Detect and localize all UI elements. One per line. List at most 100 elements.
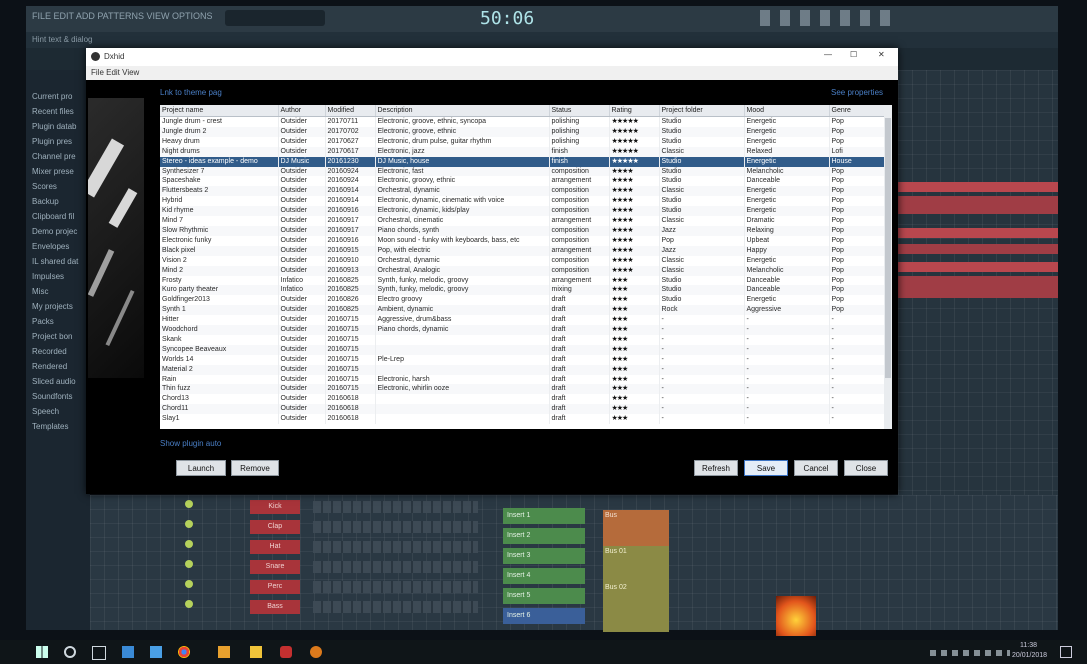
browser-item[interactable]: Rendered — [32, 362, 88, 376]
step-sequencer[interactable] — [313, 581, 478, 593]
browser-item[interactable]: Project bon — [32, 332, 88, 346]
table-row[interactable]: Heavy drum Outsider 20170627 Electronic, dr… — [160, 136, 885, 147]
browser-item[interactable]: Envelopes — [32, 242, 88, 256]
playlist-track[interactable] — [898, 244, 1058, 254]
notification-icon[interactable] — [1060, 646, 1072, 658]
plugin-auto-link[interactable]: Show plugin auto — [160, 439, 221, 448]
table-row[interactable]: Synth 1 Outsider 20160825 Ambient, dynamic d… — [160, 305, 885, 316]
channel-row[interactable]: Bass — [185, 600, 485, 614]
browser-item[interactable]: Impulses — [32, 272, 88, 286]
column-header[interactable]: Author — [278, 105, 326, 117]
browser-item[interactable]: Speech — [32, 407, 88, 421]
column-header[interactable]: Mood — [744, 105, 830, 117]
channel-led[interactable] — [185, 500, 193, 508]
column-header[interactable]: Description — [375, 105, 550, 117]
cancel-button[interactable]: Cancel — [794, 460, 838, 476]
table-row[interactable]: Slow Rhythmic Outsider 20160917 Piano chord… — [160, 225, 885, 236]
playlist-track[interactable] — [898, 262, 1058, 272]
playlist-clip[interactable]: Bus 02 — [603, 582, 669, 632]
start-icon[interactable] — [36, 646, 48, 658]
toolbar-icons[interactable] — [760, 10, 900, 26]
task-view-icon[interactable] — [92, 646, 106, 660]
channel-led[interactable] — [185, 600, 193, 608]
channel-name-button[interactable]: Snare — [250, 560, 300, 574]
mixer-slot[interactable]: Insert 2 — [503, 528, 585, 544]
channel-row[interactable]: Clap — [185, 520, 485, 534]
table-row[interactable]: Night drums Outsider 20170617 Electronic, j… — [160, 146, 885, 157]
table-row[interactable]: Spaceshake Outsider 20160924 Electronic, gr… — [160, 176, 885, 187]
table-row[interactable]: Chord13 Outsider 20160618 draft ★★★ - - - — [160, 394, 885, 405]
table-row[interactable]: Kid rhyme Outsider 20160916 Electronic, dyn… — [160, 206, 885, 217]
channel-name-button[interactable]: Kick — [250, 500, 300, 514]
mixer-slot[interactable]: Insert 1 — [503, 508, 585, 524]
column-header[interactable]: Rating — [609, 105, 660, 117]
channel-row[interactable]: Perc — [185, 580, 485, 594]
table-row[interactable]: Synthesizer 7 Outsider 20160924 Electronic,… — [160, 166, 885, 177]
browser-item[interactable]: Scores — [32, 182, 88, 196]
mixer-slot[interactable]: Insert 6 — [503, 608, 585, 624]
step-sequencer[interactable] — [313, 561, 478, 573]
browser-item[interactable]: Plugin pres — [32, 137, 88, 151]
browser-item[interactable]: Soundfonts — [32, 392, 88, 406]
channel-name-button[interactable]: Perc — [250, 580, 300, 594]
table-row[interactable]: Electronic funky Outsider 20160916 Moon sou… — [160, 235, 885, 246]
minimize-icon[interactable]: — — [824, 50, 832, 59]
close-button[interactable]: Close — [844, 460, 888, 476]
launch-button[interactable]: Launch — [176, 460, 226, 476]
table-row[interactable]: Mind 2 Outsider 20160913 Orchestral, Analog… — [160, 265, 885, 276]
channel-led[interactable] — [185, 540, 193, 548]
channel-row[interactable]: Kick — [185, 500, 485, 514]
browser-item[interactable]: Demo projec — [32, 227, 88, 241]
maximize-icon[interactable]: ☐ — [850, 50, 857, 59]
clock-time[interactable]: 11:38 — [1020, 642, 1037, 649]
table-row[interactable]: Hybrid Outsider 20160914 Electronic, dynami… — [160, 196, 885, 207]
browser-item[interactable]: Sliced audio — [32, 377, 88, 391]
channel-name-button[interactable]: Clap — [250, 520, 300, 534]
fl-menu[interactable]: FILE EDIT ADD PATTERNS VIEW OPTIONS TOOL… — [32, 11, 212, 25]
close-icon[interactable]: ✕ — [878, 50, 885, 59]
table-row[interactable]: Worlds 14 Outsider 20160715 Ple-Lrep draft ★★… — [160, 354, 885, 365]
dialog-menu-items[interactable]: File Edit View — [91, 68, 139, 77]
theme-link[interactable]: Lnk to theme pag — [160, 88, 222, 97]
playlist-track[interactable] — [898, 196, 1058, 214]
table-row[interactable]: Vision 2 Outsider 20160910 Orchestral, dyna… — [160, 255, 885, 266]
mixer-slot[interactable]: Insert 5 — [503, 588, 585, 604]
table-row[interactable]: Rain Outsider 20160715 Electronic, harsh dra… — [160, 374, 885, 385]
browser-item[interactable]: Recorded — [32, 347, 88, 361]
fl-studio-icon[interactable] — [218, 646, 230, 658]
channel-row[interactable]: Hat — [185, 540, 485, 554]
browser-item[interactable]: Mixer prese — [32, 167, 88, 181]
channel-name-button[interactable]: Bass — [250, 600, 300, 614]
step-sequencer[interactable] — [313, 521, 478, 533]
table-row[interactable]: Skank Outsider 20160715 draft ★★★ - - - — [160, 334, 885, 345]
column-header[interactable]: Project folder — [659, 105, 745, 117]
remove-button[interactable]: Remove — [231, 460, 279, 476]
table-row[interactable]: Jungle drum - crest Outsider 20170711 Elect… — [160, 116, 885, 127]
column-header[interactable]: Modified — [325, 105, 376, 117]
dialog-menu-bar[interactable]: File Edit View — [86, 66, 898, 80]
column-header[interactable]: Project name — [160, 105, 279, 117]
channel-led[interactable] — [185, 560, 193, 568]
browser-item[interactable]: Recent files — [32, 107, 88, 121]
step-sequencer[interactable] — [313, 601, 478, 613]
table-row[interactable]: Woodchord Outsider 20160715 Piano chords, d… — [160, 325, 885, 335]
step-sequencer[interactable] — [313, 541, 478, 553]
table-row[interactable]: Frosty Infatico 20160825 Synth, funky, melo… — [160, 275, 885, 286]
channel-row[interactable]: Snare — [185, 560, 485, 574]
flame-plugin-icon[interactable] — [776, 596, 816, 636]
table-row[interactable]: Jungle drum 2 Outsider 20170702 Electronic,… — [160, 126, 885, 137]
refresh-button[interactable]: Refresh — [694, 460, 738, 476]
browser-item[interactable]: Packs — [32, 317, 88, 331]
column-header[interactable]: Genre — [829, 105, 885, 117]
table-row[interactable]: Stereo - ideas example - demo DJ Music 201… — [160, 156, 885, 167]
playlist-track[interactable] — [898, 276, 1058, 298]
app-icon[interactable] — [280, 646, 292, 658]
browser-item[interactable]: Templates — [32, 422, 88, 436]
table-row[interactable]: Chord11 Outsider 20160618 draft ★★★ - - - — [160, 404, 885, 415]
app-icon[interactable] — [150, 646, 162, 658]
browser-item[interactable]: Clipboard fil — [32, 212, 88, 226]
browser-item[interactable]: Channel pre — [32, 152, 88, 166]
browser-item[interactable]: IL shared dat — [32, 257, 88, 271]
channel-led[interactable] — [185, 580, 193, 588]
chrome-icon[interactable] — [178, 646, 190, 658]
